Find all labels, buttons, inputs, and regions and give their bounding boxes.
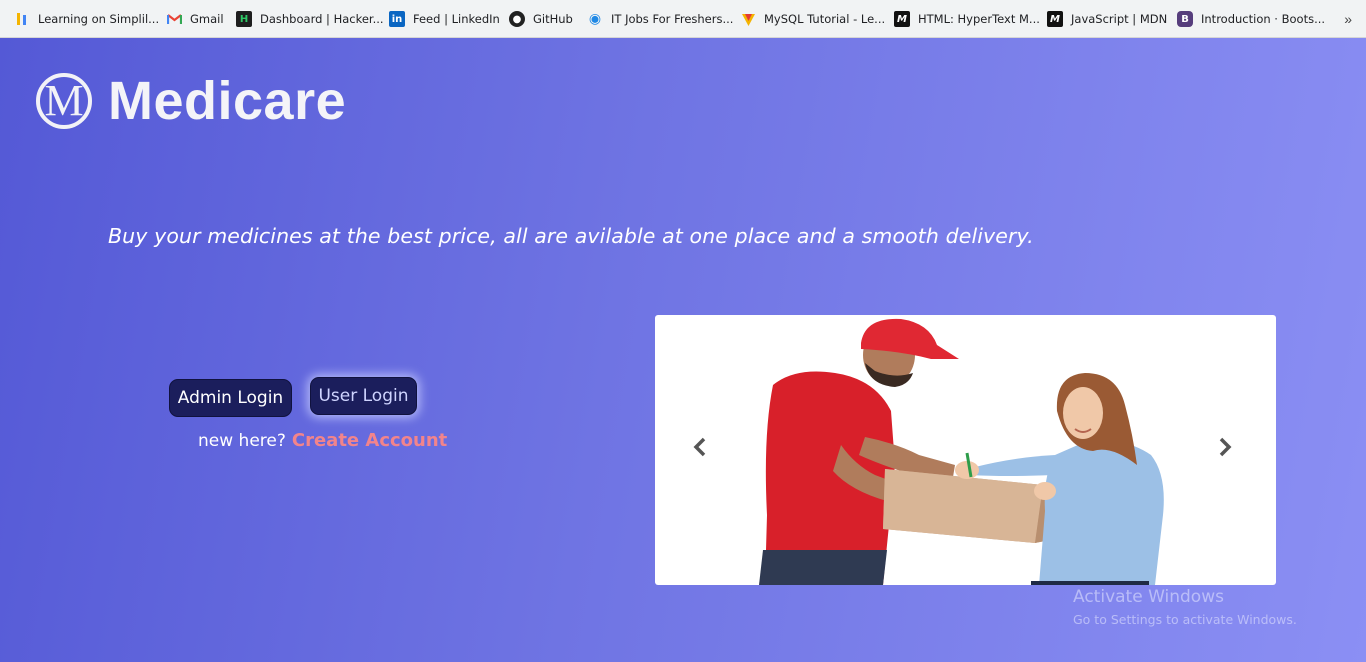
signup-prompt: new here? Create Account — [198, 430, 447, 451]
new-here-text: new here? — [198, 431, 286, 451]
delivery-illustration — [759, 318, 1164, 585]
linkedin-icon: in — [389, 11, 405, 27]
bookmark-it-jobs[interactable]: ◉ IT Jobs For Freshers... — [587, 0, 734, 38]
bookmark-javascript-mdn[interactable]: M JavaScript | MDN — [1047, 0, 1167, 38]
bookmark-mysql[interactable]: MySQL Tutorial - Le... — [740, 0, 885, 38]
bookmark-label: MySQL Tutorial - Le... — [764, 12, 886, 26]
mdn-icon: M — [1047, 11, 1063, 27]
brand-logo[interactable]: M Medicare — [36, 70, 346, 132]
bookmarks-bar: Learning on Simplil... Gmail H Dashboard… — [0, 0, 1366, 38]
bookmark-label: Feed | LinkedIn — [413, 12, 500, 26]
bookmark-html-mdn[interactable]: M HTML: HyperText M... — [894, 0, 1040, 38]
image-carousel — [655, 315, 1276, 585]
mysql-tutorial-icon — [740, 11, 756, 27]
gmail-icon — [166, 11, 182, 27]
bookmark-gmail[interactable]: Gmail — [166, 0, 224, 38]
simplilearn-icon — [14, 11, 30, 27]
mdn-icon: M — [894, 11, 910, 27]
windows-activation-watermark: Activate Windows Go to Settings to activ… — [1073, 587, 1297, 627]
bookmark-label: IT Jobs For Freshers... — [611, 12, 734, 26]
bookmark-bootstrap[interactable]: B Introduction · Boots... — [1177, 0, 1325, 38]
watermark-subtitle: Go to Settings to activate Windows. — [1073, 612, 1297, 627]
bootstrap-icon: B — [1177, 11, 1193, 27]
bookmark-linkedin[interactable]: in Feed | LinkedIn — [389, 0, 500, 38]
bookmarks-overflow-icon[interactable]: » — [1344, 0, 1352, 38]
bookmark-label: Learning on Simplil... — [38, 12, 160, 26]
bookmark-simplilearn[interactable]: Learning on Simplil... — [14, 0, 159, 38]
github-icon: ● — [509, 11, 525, 27]
bookmark-label: Dashboard | Hacker... — [260, 12, 384, 26]
admin-login-button[interactable]: Admin Login — [169, 379, 292, 417]
hero-tagline: Buy your medicines at the best price, al… — [108, 224, 1034, 248]
bookmark-label: JavaScript | MDN — [1071, 12, 1168, 26]
medicare-logo-icon: M — [36, 73, 92, 129]
bookmark-label: GitHub — [533, 12, 573, 26]
bookmark-label: Introduction · Boots... — [1201, 12, 1326, 26]
landing-page: M Medicare Buy your medicines at the bes… — [0, 38, 1366, 662]
bookmark-label: Gmail — [190, 12, 224, 26]
watermark-title: Activate Windows — [1073, 587, 1224, 607]
carousel-next-icon[interactable] — [1218, 437, 1238, 461]
create-account-link[interactable]: Create Account — [292, 430, 447, 451]
user-login-button[interactable]: User Login — [310, 377, 417, 415]
carousel-prev-icon[interactable] — [693, 437, 713, 461]
hackerrank-icon: H — [236, 11, 252, 27]
bookmark-hackerrank[interactable]: H Dashboard | Hacker... — [236, 0, 384, 38]
brand-name: Medicare — [108, 71, 347, 131]
bookmark-github[interactable]: ● GitHub — [509, 0, 573, 38]
jobs-icon: ◉ — [588, 11, 602, 27]
bookmark-label: HTML: HyperText M... — [918, 12, 1040, 26]
